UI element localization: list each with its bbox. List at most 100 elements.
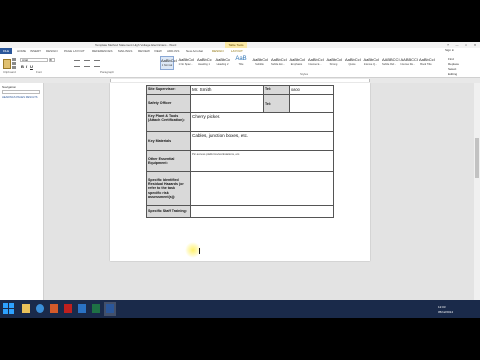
font-size-select[interactable]: 8 [49,58,55,62]
underline-button[interactable]: U [30,64,33,69]
align-center-icon[interactable] [84,66,90,67]
style-item[interactable]: AABBCCI Subtle Ref... [382,56,400,70]
scrollbar-thumb[interactable] [475,138,479,178]
style-preview: AaBbCcI [363,57,380,62]
word-icon[interactable] [104,302,116,316]
style-preview: AaBbCcI [252,57,269,62]
tab-insert[interactable]: INSERT [30,49,41,53]
row-value[interactable] [190,171,334,206]
replace-button[interactable]: Replace [448,62,459,66]
style-name: 1 Normal [161,64,173,67]
media-icon[interactable] [48,302,60,316]
windows-start-icon[interactable] [3,303,15,315]
style-item[interactable]: AaBbCcI Quote [345,56,361,70]
tab-home[interactable]: HOME [17,49,26,53]
navigation-search-input[interactable] [2,90,40,94]
tab-review[interactable]: REVIEW [138,49,150,53]
document-page[interactable]: Site Supervisor: Mr. Smith Tel: 0800 Saf… [110,83,370,261]
styles-caption: Styles [300,72,309,76]
row-label[interactable]: Other Essential Equipment: [146,150,191,172]
copy-icon[interactable] [12,62,16,65]
excel-icon[interactable] [90,302,102,316]
style-name: Subtle Ref... [382,63,397,66]
style-item[interactable]: AaBbCcI 1 Normal [160,56,177,70]
style-item[interactable]: AaB Title [234,56,248,70]
row-value[interactable]: Cables, junction boxes, etc. [190,131,334,151]
style-item[interactable]: AaBbCc Heading 2 [216,56,231,70]
row-label[interactable]: Specific Identified Residual Hazards (or… [146,171,191,206]
align-right-icon[interactable] [94,66,100,67]
style-preview: AaBbCcI [161,58,177,63]
row-value[interactable]: Mr. Smith [190,85,264,95]
style-name: Title [238,63,244,66]
numbering-icon[interactable] [84,60,90,61]
style-item[interactable]: AaBbCcI Book Title [419,56,435,70]
style-name: Heading 1 [198,63,210,66]
style-item[interactable]: AaBbCcI Subtitle [252,56,269,70]
tab-references[interactable]: REFERENCES [92,49,113,53]
vertical-scrollbar[interactable] [474,83,480,310]
row-value[interactable] [190,94,264,113]
align-left-icon[interactable] [74,66,80,67]
style-name: Subtitle [255,63,264,66]
screen: Template Method Statement High Voltage E… [0,0,480,360]
multilevel-list-icon[interactable] [94,60,100,61]
tab-design[interactable]: DESIGN [46,49,58,53]
navigation-tabs[interactable]: HEADINGS PAGES RESULTS [2,96,38,99]
row-label[interactable]: Specific Staff Training: [146,205,191,218]
style-item[interactable]: AaBbCcI Intense Q... [363,56,380,70]
style-preview: AaBbCcI [289,57,306,62]
clock-time[interactable]: 12:03 [438,305,446,309]
row-value[interactable] [190,205,334,218]
style-item[interactable]: AaBbCcI Strong [327,56,343,70]
extra-value[interactable] [289,94,334,113]
table-row: Site Supervisor: Mr. Smith Tel: 0800 [146,85,334,95]
clock-date[interactable]: 05/12/2014 [438,310,453,314]
style-item[interactable]: AaBbCcI Subtle Em... [271,56,287,70]
extra-label[interactable]: Tel: [263,85,290,95]
bullets-icon[interactable] [74,60,80,61]
row-label[interactable]: Safety Officer [146,94,191,113]
row-value[interactable]: Cherry picker. [190,112,334,132]
style-item[interactable]: AABBCCI Intense Re... [401,56,419,70]
style-item[interactable]: AaBbCcI 1 No Spac... [178,56,195,70]
font-family-select[interactable]: Arial [20,58,48,62]
tab-new-acrobat[interactable]: New Acrobat [186,49,203,53]
taskbar: 12:03 05/12/2014 [0,300,480,318]
tab-table-design[interactable]: DESIGN [212,49,224,53]
tab-page-layout[interactable]: PAGE LAYOUT [64,49,85,53]
tab-mailings[interactable]: MAILINGS [118,49,132,53]
extra-label[interactable]: Tel: [263,94,290,113]
paste-icon[interactable] [3,59,11,69]
find-button[interactable]: Find [448,57,454,61]
row-label[interactable]: Key Plant & Tools (Attach Certification)… [146,112,191,132]
row-value[interactable]: Pic access platforms/workstations, etc. [190,150,334,172]
style-preview: AaB [235,56,247,62]
style-name: 1 No Spac... [178,63,193,66]
tab-view[interactable]: VIEW [154,49,162,53]
style-preview: AaBbCcI [345,57,361,62]
italic-button[interactable]: I [26,64,27,69]
outlook-icon[interactable] [76,302,88,316]
style-name: Intense E... [308,63,322,66]
tab-table-layout[interactable]: LAYOUT [231,49,243,53]
ie-icon[interactable] [34,302,46,316]
style-item[interactable]: AaBbCcI Intense E... [308,56,324,70]
tab-add-ins[interactable]: ADD-INS [167,49,179,53]
style-item[interactable]: AaBbCcI Emphasis [289,56,306,70]
extra-value[interactable]: 0800 [289,85,334,95]
table-row: Specific Identified Residual Hazards (or… [146,171,334,206]
select-button[interactable]: Select [448,67,456,71]
word-window: Template Method Statement High Voltage E… [0,42,480,318]
format-painter-icon[interactable] [12,66,16,69]
row-label[interactable]: Key Materials [146,131,191,151]
style-item[interactable]: AaBbCc Heading 1 [197,56,212,70]
bold-button[interactable]: B [21,64,24,69]
cut-icon[interactable] [12,58,16,61]
ruler-bar[interactable] [110,79,370,82]
explorer-icon[interactable] [20,302,32,316]
style-name: Book Title [420,63,432,66]
acrobat-icon[interactable] [62,302,74,316]
row-label[interactable]: Site Supervisor: [146,85,191,95]
sign-in-link[interactable]: Sign in [445,48,454,52]
